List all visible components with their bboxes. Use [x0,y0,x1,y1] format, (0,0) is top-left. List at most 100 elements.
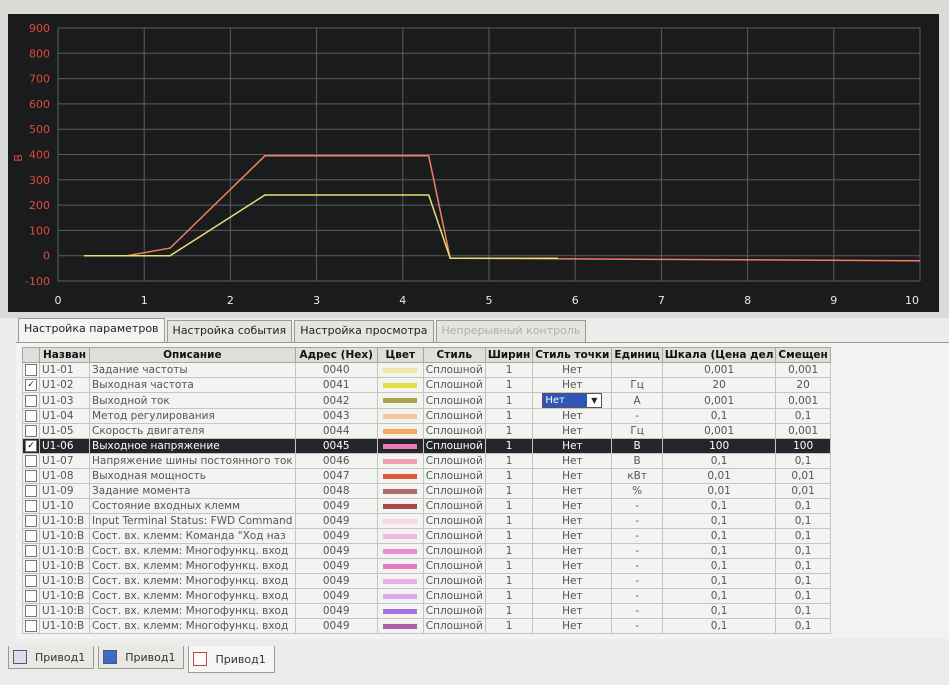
row-name[interactable]: U1-09 [39,483,90,499]
row-style[interactable]: Сплошной [422,483,486,499]
row-address[interactable]: 0045 [294,438,378,454]
row-point-style[interactable]: Нет [532,468,613,484]
header-offset[interactable]: Смещен [775,347,831,363]
row-scale[interactable]: 100 [661,438,777,454]
row-visible-checkbox[interactable] [25,515,37,527]
row-address[interactable]: 0042 [294,392,378,409]
header-address[interactable]: Адрес (Hex) [294,347,378,363]
row-name[interactable]: U1-03 [39,392,90,409]
row-scale[interactable]: 0,1 [661,543,777,559]
row-checkbox[interactable] [22,483,40,499]
row-unit[interactable]: - [611,558,663,574]
row-scale[interactable]: 0,1 [661,453,777,469]
row-unit[interactable]: A [611,392,663,409]
row-checkbox[interactable]: ✓ [22,438,40,454]
row-scale[interactable]: 0,1 [661,513,777,529]
row-visible-checkbox[interactable] [25,364,37,376]
row-width[interactable]: 1 [484,408,534,424]
row-color[interactable] [376,498,424,514]
row-point-style[interactable]: Нет ▼ [532,392,613,409]
row-scale[interactable]: 0,1 [661,588,777,604]
row-scale[interactable]: 0,001 [661,392,777,409]
row-visible-checkbox[interactable]: ✓ [25,440,37,452]
row-unit[interactable]: - [611,513,663,529]
row-offset[interactable]: 0,001 [775,392,831,409]
row-style[interactable]: Сплошной [422,362,486,378]
row-scale[interactable]: 0,1 [661,603,777,619]
color-swatch[interactable] [383,578,418,584]
row-color[interactable] [376,483,424,499]
row-unit[interactable] [611,362,663,378]
row-point-style[interactable]: Нет [532,483,613,499]
row-color[interactable] [376,588,424,604]
row-scale[interactable]: 0,1 [661,573,777,589]
row-scale[interactable]: 0,1 [661,408,777,424]
row-visible-checkbox[interactable] [25,590,37,602]
row-unit[interactable]: - [611,588,663,604]
row-checkbox[interactable] [22,558,40,574]
row-name[interactable]: U1-10:B [39,603,90,619]
row-scale[interactable]: 0,1 [661,528,777,544]
row-visible-checkbox[interactable] [25,560,37,572]
row-scale[interactable]: 0,1 [661,558,777,574]
row-offset[interactable]: 0,1 [775,513,831,529]
color-swatch[interactable] [383,593,418,599]
row-point-style[interactable]: Нет [532,377,613,393]
row-scale[interactable]: 20 [661,377,777,393]
row-checkbox[interactable]: ✓ [22,377,40,393]
row-width[interactable]: 1 [484,392,534,409]
row-color[interactable] [376,543,424,559]
row-visible-checkbox[interactable] [25,410,37,422]
row-style[interactable]: Сплошной [422,588,486,604]
row-offset[interactable]: 0,1 [775,528,831,544]
row-scale[interactable]: 0,01 [661,468,777,484]
table-row[interactable]: ✓ U1-06 Выходное напряжение 0045 Сплошной 1 Не… [22,438,831,454]
row-offset[interactable]: 0,1 [775,603,831,619]
row-color[interactable] [376,573,424,589]
color-swatch[interactable] [383,382,418,388]
header-width[interactable]: Ширин [484,347,534,363]
table-row[interactable]: U1-03 Выходной ток 0042 Сплошной 1 Нет ▼ A 0,001… [22,392,831,409]
row-color[interactable] [376,438,424,454]
row-address[interactable]: 0047 [294,468,378,484]
row-visible-checkbox[interactable] [25,500,37,512]
row-unit[interactable]: - [611,543,663,559]
table-row[interactable]: U1-10:B Сост. вх. клемм: Многофункц. вход… [22,558,831,574]
header-description[interactable]: Описание [89,347,296,363]
row-width[interactable]: 1 [484,468,534,484]
row-point-style[interactable]: Нет [532,423,613,439]
row-checkbox[interactable] [22,528,40,544]
row-name[interactable]: U1-10:B [39,528,90,544]
row-style[interactable]: Сплошной [422,603,486,619]
color-swatch[interactable] [383,548,418,554]
row-description[interactable]: Сост. вх. клемм: Многофункц. вход [89,573,296,589]
table-row[interactable]: U1-10:B Сост. вх. клемм: Многофункц. вход… [22,603,831,619]
row-scale[interactable]: 0,001 [661,362,777,378]
row-style[interactable]: Сплошной [422,423,486,439]
header-name[interactable]: Назван [39,347,90,363]
row-address[interactable]: 0041 [294,377,378,393]
row-address[interactable]: 0049 [294,618,378,634]
row-unit[interactable]: - [611,408,663,424]
row-checkbox[interactable] [22,408,40,424]
row-name[interactable]: U1-10:B [39,543,90,559]
row-offset[interactable]: 20 [775,377,831,393]
row-address[interactable]: 0046 [294,453,378,469]
row-point-style[interactable]: Нет [532,438,613,454]
row-width[interactable]: 1 [484,528,534,544]
color-swatch[interactable] [383,488,418,494]
row-width[interactable]: 1 [484,498,534,514]
row-checkbox[interactable] [22,603,40,619]
row-checkbox[interactable] [22,618,40,634]
row-name[interactable]: U1-10 [39,498,90,514]
color-swatch[interactable] [383,563,418,569]
row-visible-checkbox[interactable] [25,605,37,617]
row-color[interactable] [376,377,424,393]
row-offset[interactable]: 0,1 [775,453,831,469]
row-name[interactable]: U1-10:B [39,558,90,574]
header-style[interactable]: Стиль [422,347,486,363]
row-style[interactable]: Сплошной [422,392,486,409]
row-point-style[interactable]: Нет [532,543,613,559]
table-row[interactable]: U1-10:B Сост. вх. клемм: Команда "Ход наз… [22,528,831,544]
row-width[interactable]: 1 [484,588,534,604]
